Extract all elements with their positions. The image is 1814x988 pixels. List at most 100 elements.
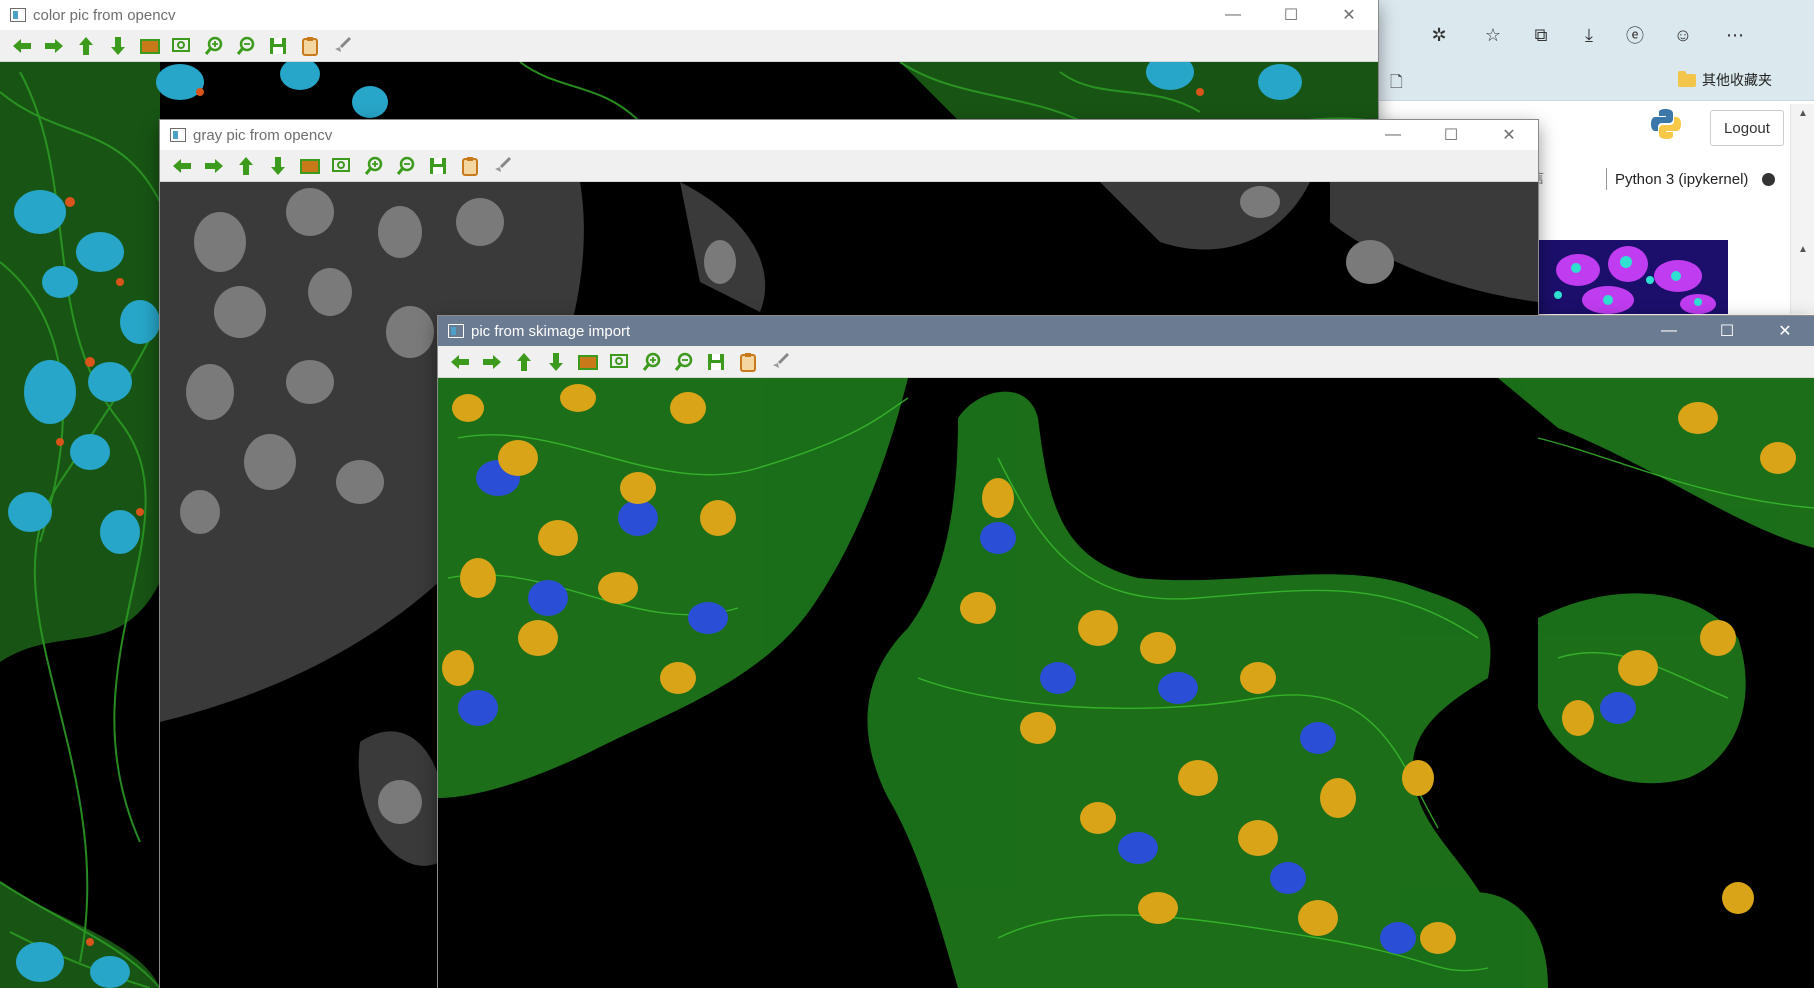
image-toolbar [0,30,1378,62]
pan-down-button[interactable] [262,152,294,180]
copy-button[interactable] [732,348,764,376]
zoom-area-icon [610,353,628,368]
pan-right-button[interactable] [198,152,230,180]
favorites-folder-label: 其他收藏夹 [1702,72,1772,88]
window-app-icon [448,324,464,338]
minimize-button[interactable]: — [1364,120,1422,150]
extensions-icon[interactable]: ✲ [1424,20,1454,50]
zoom-out-button[interactable] [390,152,422,180]
window-title: color pic from opencv [33,6,176,24]
zoom-area-button[interactable] [166,32,198,60]
zoom-area-button[interactable] [604,348,636,376]
zoom-area-icon [332,157,350,172]
zoom-in-icon [204,36,223,55]
arrow-up-icon [517,352,531,371]
ie-mode-icon[interactable]: ⓔ [1620,20,1650,50]
zoom-out-icon [396,156,415,175]
scroll-up-icon[interactable]: ▲ [1798,108,1808,119]
arrow-down-icon [111,36,125,55]
zoom-fit-button[interactable] [294,152,326,180]
pan-up-button[interactable] [70,32,102,60]
zoom-in-button[interactable] [636,348,668,376]
save-icon [430,157,446,174]
image-icon [300,158,320,174]
arrow-down-icon [549,352,563,371]
pan-down-button[interactable] [102,32,134,60]
arrow-down-icon [271,156,285,175]
arrow-left-icon [173,158,191,173]
pan-left-button[interactable] [166,152,198,180]
profile-avatar[interactable]: ☺ [1668,20,1698,50]
arrow-up-icon [239,156,253,175]
minimize-button[interactable]: — [1204,0,1262,30]
pan-left-button[interactable] [444,348,476,376]
window-app-icon [170,128,186,142]
properties-button[interactable] [486,152,518,180]
zoom-fit-button[interactable] [134,32,166,60]
window-skimage-pic[interactable]: pic from skimage import — ☐ ✕ [438,316,1814,988]
divider [1606,168,1607,190]
properties-button[interactable] [764,348,796,376]
maximize-button[interactable]: ☐ [1698,316,1756,346]
image-canvas[interactable] [438,378,1814,988]
save-button[interactable] [422,152,454,180]
close-button[interactable]: ✕ [1320,0,1378,30]
close-button[interactable]: ✕ [1480,120,1538,150]
image-icon [140,38,160,54]
pan-up-button[interactable] [230,152,262,180]
zoom-out-button[interactable] [230,32,262,60]
pan-right-button[interactable] [38,32,70,60]
copy-button[interactable] [454,152,486,180]
kernel-indicator[interactable]: Python 3 (ipykernel) [1606,168,1776,190]
arrow-right-icon [45,38,63,53]
collections-icon[interactable]: ⧉ [1526,20,1556,50]
kernel-status-icon [1762,172,1776,186]
pan-down-button[interactable] [540,348,572,376]
maximize-button[interactable]: ☐ [1262,0,1320,30]
pan-right-button[interactable] [476,348,508,376]
save-button[interactable] [262,32,294,60]
zoom-fit-button[interactable] [572,348,604,376]
minimize-button[interactable]: — [1640,316,1698,346]
properties-button[interactable] [326,32,358,60]
zoom-in-button[interactable] [198,32,230,60]
more-menu-icon[interactable]: ⋯ [1720,20,1750,50]
clipboard-icon [740,352,756,372]
pan-left-button[interactable] [6,32,38,60]
favorites-folder[interactable]: 其他收藏夹 [1678,70,1772,90]
favorites-star-icon[interactable]: ☆ [1478,20,1508,50]
downloads-icon[interactable]: ⤓ [1574,20,1604,50]
save-button[interactable] [700,348,732,376]
arrow-left-icon [13,38,31,53]
zoom-out-icon [236,36,255,55]
python-logo-icon [1651,109,1681,139]
zoom-in-icon [364,156,383,175]
clipboard-icon [302,36,318,56]
zoom-out-button[interactable] [668,348,700,376]
brush-icon [335,36,352,52]
title-bar[interactable]: color pic from opencv — ☐ ✕ [0,0,1378,30]
zoom-area-button[interactable] [326,152,358,180]
copy-button[interactable] [294,32,326,60]
window-app-icon [10,8,26,22]
scroll-up-icon[interactable]: ▲ [1798,244,1808,255]
title-bar[interactable]: pic from skimage import — ☐ ✕ [438,316,1814,346]
zoom-in-button[interactable] [358,152,390,180]
image-icon [578,354,598,370]
pan-up-button[interactable] [508,348,540,376]
arrow-right-icon [205,158,223,173]
save-icon [270,37,286,54]
image-toolbar [438,346,1814,378]
logout-button[interactable]: Logout [1710,110,1784,146]
zoom-out-icon [674,352,693,371]
arrow-up-icon [79,36,93,55]
arrow-right-icon [483,354,501,369]
save-icon [708,353,724,370]
page-icon[interactable]: 🗋 [1390,71,1403,98]
title-bar[interactable]: gray pic from opencv — ☐ ✕ [160,120,1538,150]
notebook-scrollbar[interactable]: ▲ ▲ [1790,104,1814,314]
close-button[interactable]: ✕ [1756,316,1814,346]
kernel-name: Python 3 (ipykernel) [1615,170,1749,188]
maximize-button[interactable]: ☐ [1422,120,1480,150]
arrow-left-icon [451,354,469,369]
